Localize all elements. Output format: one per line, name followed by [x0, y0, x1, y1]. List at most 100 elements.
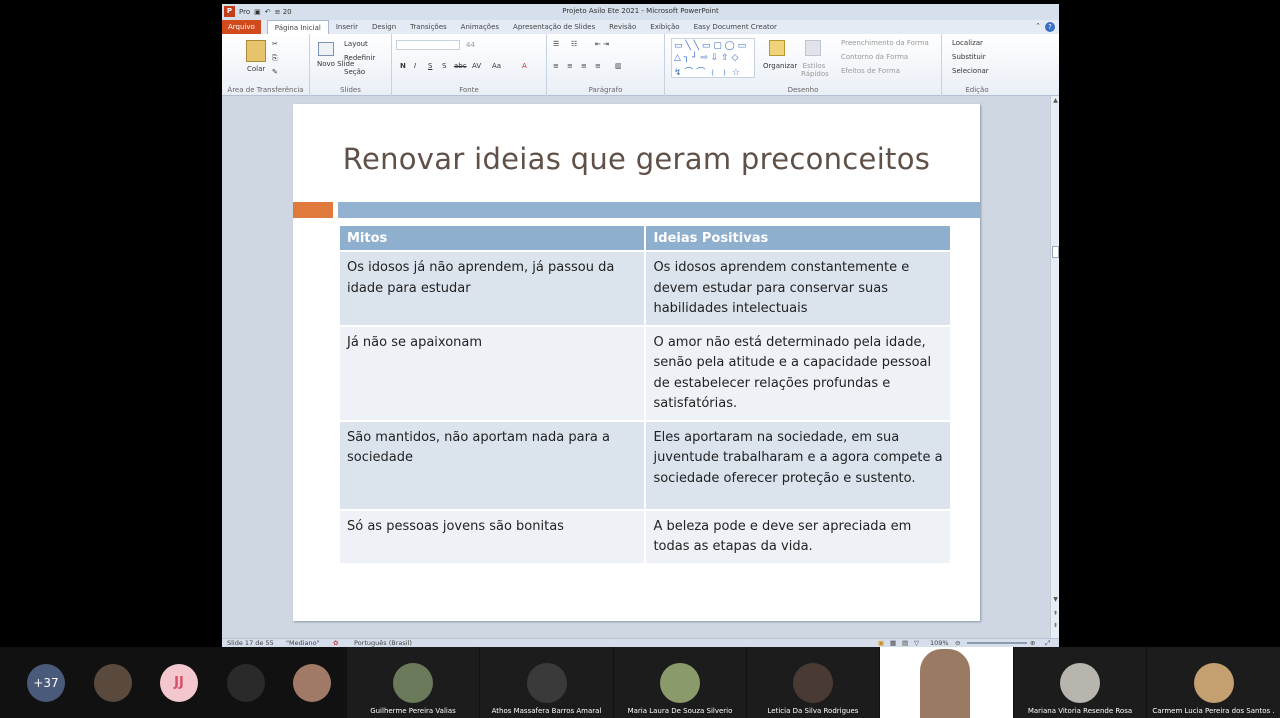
paste-button[interactable]: Colar — [247, 65, 265, 73]
spellcheck-icon[interactable]: ✿ — [333, 639, 338, 647]
participant-avatar[interactable] — [293, 664, 331, 702]
table-cell[interactable]: A beleza pode e deve ser apreciada em to… — [645, 508, 952, 563]
justify-icon[interactable]: ≡ — [595, 62, 601, 70]
zoom-in-icon[interactable]: ⊕ — [1030, 639, 1035, 647]
copy-icon[interactable]: ⎘ — [272, 54, 278, 63]
active-speaker-video[interactable] — [880, 647, 1013, 718]
tab-slideshow[interactable]: Apresentação de Slides — [506, 20, 602, 34]
table-row: Só as pessoas jovens são bonitas A belez… — [340, 508, 952, 563]
participant-tile[interactable]: Guilherme Pereira Valias — [347, 647, 479, 718]
myths-table[interactable]: Mitos Ideias Positivas Os idosos já não … — [340, 226, 952, 563]
reset-button[interactable]: Redefinir — [344, 54, 375, 62]
section-button[interactable]: Seção — [344, 68, 365, 76]
participant-tile[interactable]: Athos Massafera Barros Amaral — [480, 647, 613, 718]
participant-avatar[interactable] — [227, 664, 265, 702]
numbering-icon[interactable]: ☷ — [571, 40, 577, 48]
shape-outline-button[interactable]: Contorno da Forma — [841, 53, 908, 61]
change-case-button[interactable]: Aa — [492, 62, 501, 70]
normal-view-icon[interactable]: ▣ — [878, 639, 884, 647]
paste-icon[interactable] — [246, 40, 266, 62]
scroll-up-icon[interactable]: ▲ — [1052, 97, 1059, 105]
columns-icon[interactable]: ▥ — [615, 62, 622, 70]
table-cell[interactable]: Eles aportaram na sociedade, em sua juve… — [645, 419, 952, 510]
participant-tile[interactable]: Carmem Lucia Pereira dos Santos . — [1147, 647, 1280, 718]
participant-tile[interactable]: Maria Laura De Souza Silverio — [614, 647, 746, 718]
cut-icon[interactable]: ✂ — [272, 40, 278, 48]
table-header-positive-ideas[interactable]: Ideias Positivas — [645, 226, 952, 251]
font-name-field[interactable] — [396, 40, 460, 50]
language-indicator[interactable]: Português (Brasil) — [354, 639, 412, 647]
tab-file[interactable]: Arquivo — [222, 20, 261, 34]
zoom-level[interactable]: 109% — [930, 639, 949, 647]
tab-design[interactable]: Design — [365, 20, 403, 34]
font-size-field[interactable]: 44 — [466, 41, 475, 49]
participant-avatar[interactable] — [94, 664, 132, 702]
quick-styles-button[interactable]: Estilos Rápidos — [801, 62, 829, 78]
avatar — [1060, 663, 1100, 703]
char-spacing-button[interactable]: AV — [472, 62, 481, 70]
strikethrough-button[interactable]: abc — [454, 62, 467, 70]
participant-tile[interactable]: Mariana Vitoria Resende Rosa — [1014, 647, 1146, 718]
help-icon[interactable]: ? — [1045, 22, 1055, 32]
table-cell[interactable]: Já não se apaixonam — [340, 324, 647, 421]
slide-sorter-icon[interactable]: ▦ — [890, 639, 896, 647]
next-slide-icon[interactable]: ⇟ — [1052, 622, 1059, 630]
previous-slide-icon[interactable]: ⇞ — [1052, 610, 1059, 618]
layout-button[interactable]: Layout — [344, 40, 368, 48]
shape-fill-button[interactable]: Preenchimento da Forma — [841, 39, 929, 47]
indent-icon[interactable]: ⇤ ⇥ — [595, 40, 609, 48]
participant-tile[interactable]: Leticia Da Silva Rodrigues — [747, 647, 879, 718]
align-left-icon[interactable]: ≡ — [553, 62, 559, 70]
slide-title[interactable]: Renovar ideias que geram preconceitos — [293, 142, 980, 176]
avatar — [793, 663, 833, 703]
find-button[interactable]: Localizar — [952, 39, 983, 47]
group-label-drawing: Desenho — [787, 86, 819, 94]
shape-effects-button[interactable]: Efeitos de Forma — [841, 67, 900, 75]
italic-button[interactable]: I — [414, 62, 416, 70]
table-header-myths[interactable]: Mitos — [340, 226, 647, 251]
table-cell[interactable]: O amor não está determinado pela idade, … — [645, 324, 952, 421]
tab-transitions[interactable]: Transições — [403, 20, 454, 34]
minimize-ribbon-icon[interactable]: ⌃ — [1035, 22, 1041, 32]
scrollbar-thumb[interactable] — [1052, 246, 1059, 258]
bullets-icon[interactable]: ☰ — [553, 40, 559, 48]
zoom-slider[interactable] — [967, 642, 1027, 644]
table-cell[interactable]: Os idosos já não aprendem, já passou da … — [340, 250, 647, 326]
tab-insert[interactable]: Inserir — [329, 20, 365, 34]
replace-button[interactable]: Substituir — [952, 53, 986, 61]
group-label-clipboard: Área de Transferência — [227, 86, 304, 94]
reading-view-icon[interactable]: ▤ — [902, 639, 908, 647]
tab-easy-document-creator[interactable]: Easy Document Creator — [687, 20, 784, 34]
title-bar: P Pro ▣ ↶ ≡ 20 Projeto Asilo Ete 2021 - … — [222, 4, 1059, 20]
arrange-button[interactable]: Organizar — [763, 62, 797, 70]
table-cell[interactable]: Só as pessoas jovens são bonitas — [340, 508, 647, 563]
scroll-down-icon[interactable]: ▼ — [1052, 596, 1059, 604]
tab-view[interactable]: Exibição — [643, 20, 686, 34]
select-button[interactable]: Selecionar — [952, 67, 989, 75]
underline-button[interactable]: S — [428, 62, 432, 70]
fit-slide-icon[interactable]: ⤢ — [1045, 639, 1050, 647]
participant-name: Maria Laura De Souza Silverio — [627, 707, 733, 715]
table-cell[interactable]: São mantidos, não aportam nada para a so… — [340, 419, 647, 510]
table-cell[interactable]: Os idosos aprendem constantemente e deve… — [645, 250, 952, 326]
tab-review[interactable]: Revisão — [602, 20, 643, 34]
font-color-button[interactable]: A — [522, 62, 527, 70]
quick-styles-icon[interactable] — [805, 40, 821, 56]
participant-initials-avatar[interactable]: JJ — [160, 664, 198, 702]
align-center-icon[interactable]: ≡ — [567, 62, 573, 70]
shadow-button[interactable]: S — [442, 62, 446, 70]
slide-canvas[interactable]: Renovar ideias que geram preconceitos Mi… — [293, 104, 980, 621]
arrange-icon[interactable] — [769, 40, 785, 56]
more-participants-badge[interactable]: +37 — [27, 664, 65, 702]
slideshow-view-icon[interactable]: ▽ — [914, 639, 919, 647]
align-right-icon[interactable]: ≡ — [581, 62, 587, 70]
zoom-out-icon[interactable]: ⊖ — [955, 639, 960, 647]
bold-button[interactable]: N — [400, 62, 406, 70]
shapes-gallery[interactable]: ▭ ╲ ╲ ▭ ▢ ◯ ▭ △ ┐ ┘ ⇨ ⇩ ⇧ ◇ ↯ ⌒ ⌒ ﹛ ﹜ ☆ — [671, 38, 755, 78]
vertical-scrollbar[interactable]: ▲ ▼ ⇞ ⇟ — [1050, 96, 1059, 638]
new-slide-icon[interactable] — [318, 42, 334, 56]
theme-name[interactable]: "Mediano" — [286, 639, 320, 647]
tab-home[interactable]: Página Inicial — [266, 20, 329, 34]
format-painter-icon[interactable]: ✎ — [272, 68, 278, 76]
tab-animations[interactable]: Animações — [454, 20, 506, 34]
